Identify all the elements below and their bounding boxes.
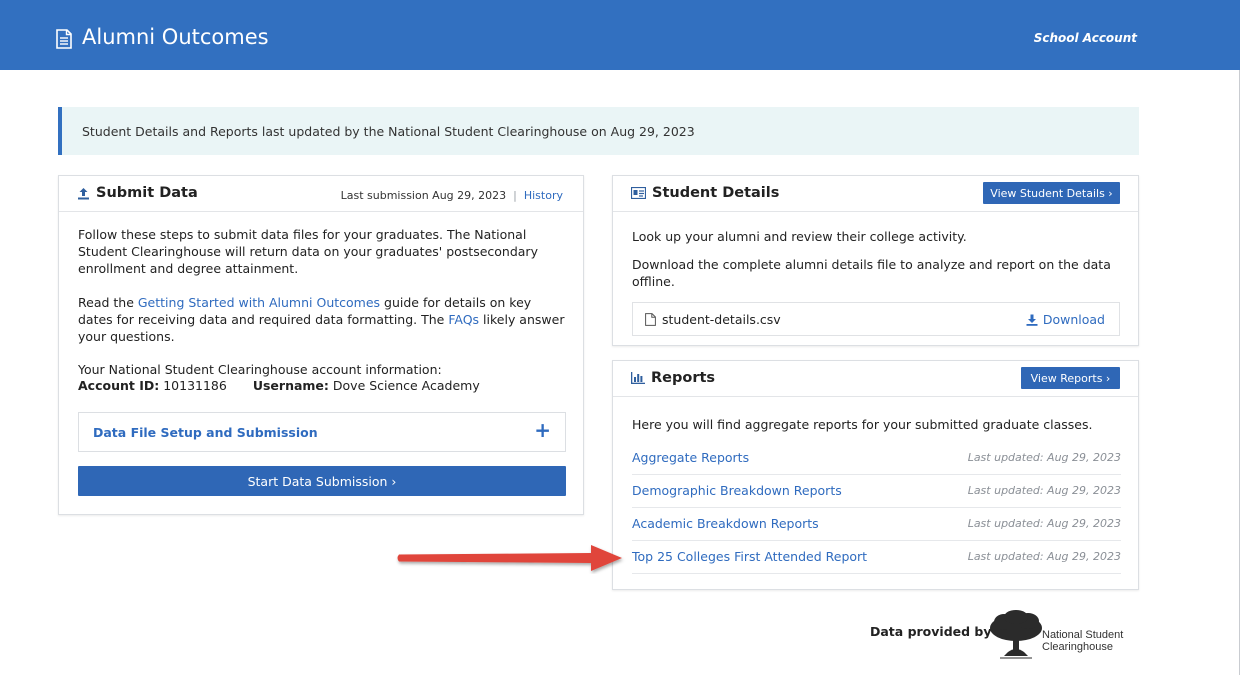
submit-data-card: Submit Data Last submission Aug 29, 2023…: [58, 175, 584, 515]
banner-text: Student Details and Reports last updated…: [82, 124, 695, 139]
download-link[interactable]: Download: [1026, 312, 1105, 327]
student-details-card: Student Details View Student Details › L…: [612, 175, 1139, 346]
student-details-title-text: Student Details: [652, 185, 780, 201]
plus-icon[interactable]: +: [534, 420, 551, 440]
view-reports-button[interactable]: View Reports ›: [1021, 367, 1120, 389]
account-id-label: Account ID:: [78, 378, 160, 393]
report-row[interactable]: Academic Breakdown Reports Last updated:…: [632, 508, 1121, 541]
app-title: Alumni Outcomes: [82, 25, 269, 49]
download-icon: [1026, 314, 1038, 326]
top-25-colleges-report-link[interactable]: Top 25 Colleges First Attended Report: [632, 549, 867, 564]
school-account-link[interactable]: School Account: [1034, 31, 1137, 45]
username-label: Username:: [252, 378, 329, 393]
submit-data-header: Submit Data Last submission Aug 29, 2023…: [59, 176, 583, 212]
document-icon: [56, 29, 72, 49]
update-banner: Student Details and Reports last updated…: [58, 107, 1139, 155]
file-name-text: student-details.csv: [662, 312, 781, 327]
submit-guide-text: Read the Getting Started with Alumni Out…: [78, 294, 568, 345]
submit-data-title-text: Submit Data: [96, 185, 198, 201]
student-details-header: Student Details View Student Details ›: [613, 176, 1138, 212]
id-card-icon: [631, 187, 646, 199]
meta-separator: |: [513, 189, 517, 202]
clearinghouse-name: National Student Clearinghouse: [1042, 629, 1123, 653]
org-name-line1: National Student: [1042, 629, 1124, 641]
academic-breakdown-reports-link[interactable]: Academic Breakdown Reports: [632, 516, 819, 531]
submission-meta: Last submission Aug 29, 2023 | History: [341, 189, 563, 202]
last-submission: Last submission Aug 29, 2023: [340, 189, 507, 202]
reports-header: Reports View Reports ›: [613, 361, 1138, 397]
student-details-title: Student Details: [631, 185, 779, 201]
account-id-value: 10131186: [163, 378, 227, 393]
faqs-link[interactable]: FAQs: [448, 312, 479, 327]
app-frame: Alumni Outcomes School Account Student D…: [0, 0, 1240, 675]
history-link[interactable]: History: [524, 189, 563, 202]
view-student-details-button[interactable]: View Student Details ›: [983, 182, 1120, 204]
report-updated-date: Last updated: Aug 29, 2023: [967, 517, 1121, 530]
file-icon: [645, 313, 656, 326]
data-file-setup-accordion[interactable]: Data File Setup and Submission +: [78, 412, 566, 452]
reports-card: Reports View Reports › Here you will fin…: [612, 360, 1139, 590]
report-updated-date: Last updated: Aug 29, 2023: [967, 550, 1121, 563]
submit-data-title: Submit Data: [77, 185, 198, 201]
reports-intro: Here you will find aggregate reports for…: [632, 417, 1093, 432]
report-updated-date: Last updated: Aug 29, 2023: [967, 451, 1121, 464]
annotation-arrow-icon: [397, 545, 622, 571]
download-label: Download: [1042, 312, 1105, 327]
upload-icon: [78, 187, 89, 199]
account-details: Account ID: 10131186 Username: Dove Scien…: [78, 377, 568, 394]
student-details-file-row: student-details.csv Download: [632, 302, 1120, 336]
demographic-breakdown-reports-link[interactable]: Demographic Breakdown Reports: [632, 483, 842, 498]
username-value: Dove Science Academy: [332, 378, 480, 393]
app-header: Alumni Outcomes School Account: [0, 0, 1240, 70]
bar-chart-icon: [631, 372, 645, 384]
student-details-download-text: Download the complete alumni details fil…: [632, 257, 1111, 289]
guide-pre: Read the: [78, 295, 138, 310]
data-provided-by: Data provided by: [870, 624, 992, 639]
reports-title: Reports: [631, 370, 715, 386]
report-row[interactable]: Top 25 Colleges First Attended Report La…: [632, 541, 1121, 574]
reports-title-text: Reports: [651, 370, 716, 386]
getting-started-link[interactable]: Getting Started with Alumni Outcomes: [138, 295, 380, 310]
submit-intro-text: Follow these steps to submit data files …: [78, 227, 538, 276]
file-name: student-details.csv: [645, 312, 781, 327]
report-updated-date: Last updated: Aug 29, 2023: [967, 484, 1121, 497]
report-row[interactable]: Demographic Breakdown Reports Last updat…: [632, 475, 1121, 508]
report-row[interactable]: Aggregate Reports Last updated: Aug 29, …: [632, 442, 1121, 475]
student-details-intro: Look up your alumni and review their col…: [632, 229, 967, 244]
aggregate-reports-link[interactable]: Aggregate Reports: [632, 450, 749, 465]
start-data-submission-button[interactable]: Start Data Submission ›: [78, 466, 566, 496]
accordion-label: Data File Setup and Submission: [93, 425, 318, 440]
account-info-label: Your National Student Clearinghouse acco…: [78, 362, 442, 377]
org-name-line2: Clearinghouse: [1042, 641, 1113, 653]
